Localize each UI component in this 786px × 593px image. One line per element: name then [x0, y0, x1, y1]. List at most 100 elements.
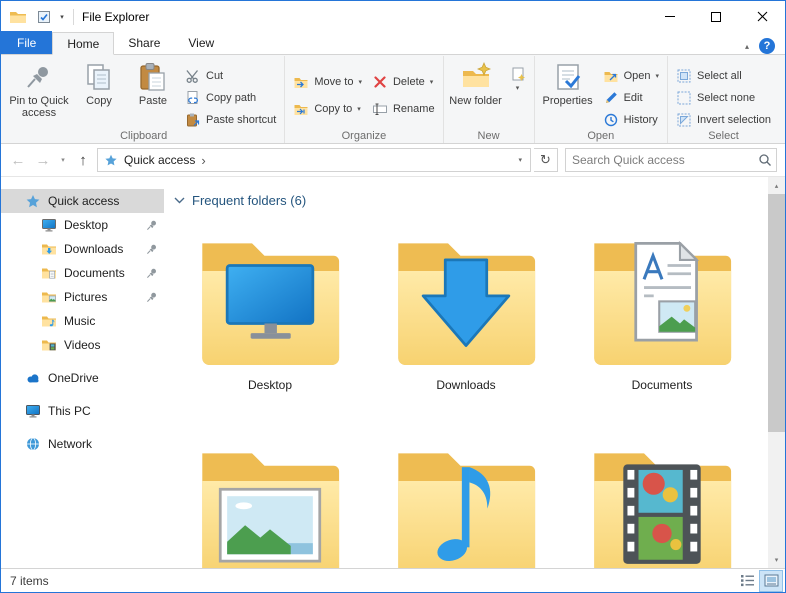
large-icons-view-button[interactable] [760, 571, 782, 591]
minimize-button[interactable] [647, 1, 693, 32]
up-button[interactable]: ↑ [72, 152, 94, 169]
properties-label: Properties [542, 95, 592, 107]
minimize-icon [665, 16, 675, 17]
select-all-button[interactable]: Select all [671, 65, 776, 87]
navigation-pane: Quick access Desktop Downloads [1, 177, 164, 568]
downloads-folder-icon [41, 241, 57, 257]
paste-button[interactable]: Paste [126, 58, 180, 107]
refresh-button[interactable]: ↻ [534, 148, 558, 172]
new-item-button[interactable]: ▾ [505, 58, 531, 92]
tab-view[interactable]: View [174, 31, 228, 54]
rename-label: Rename [393, 103, 435, 115]
sidebar-item-downloads[interactable]: Downloads [1, 237, 164, 261]
music-folder-icon [390, 434, 542, 568]
videos-folder-icon [586, 434, 738, 568]
delete-button[interactable]: Delete ▾ [367, 71, 440, 93]
rename-button[interactable]: Rename [367, 98, 440, 120]
back-button[interactable]: ← [7, 152, 29, 169]
breadcrumb-location[interactable]: Quick access [124, 153, 195, 167]
address-bar[interactable]: Quick access › ▾ [97, 148, 531, 172]
history-label: History [624, 114, 658, 126]
folder-tile-videos[interactable]: Videos [564, 434, 760, 568]
address-history-dropdown[interactable]: ▾ [514, 156, 526, 164]
music-folder-icon [41, 313, 57, 329]
recent-locations-dropdown[interactable]: ▾ [57, 156, 69, 164]
cut-label: Cut [206, 70, 223, 82]
tab-file[interactable]: File [1, 31, 52, 54]
folder-tile-documents[interactable]: Documents [564, 224, 760, 392]
sidebar-item-label: Documents [64, 266, 125, 280]
scroll-down-button[interactable]: ▾ [768, 551, 785, 568]
folder-tile-pictures[interactable]: Pictures [172, 434, 368, 568]
breadcrumb-chevron-icon[interactable]: › [201, 153, 205, 168]
sidebar-item-pictures[interactable]: Pictures [1, 285, 164, 309]
title-separator [73, 9, 74, 25]
history-button[interactable]: History [598, 109, 664, 131]
close-button[interactable] [739, 1, 785, 32]
vertical-scrollbar[interactable]: ▴ ▾ [768, 177, 785, 568]
select-none-button[interactable]: Select none [671, 87, 776, 109]
scroll-up-button[interactable]: ▴ [768, 177, 785, 194]
sidebar-item-quick-access[interactable]: Quick access [1, 189, 164, 213]
search-input[interactable] [566, 153, 754, 167]
copy-path-icon [185, 90, 201, 106]
sidebar-item-label: Music [64, 314, 95, 328]
select-none-icon [676, 90, 692, 106]
sidebar-item-onedrive[interactable]: OneDrive [1, 366, 164, 390]
sidebar-item-documents[interactable]: Documents [1, 261, 164, 285]
scrollbar-track[interactable] [768, 194, 785, 551]
search-icon[interactable] [754, 153, 776, 167]
scrollbar-thumb[interactable] [768, 194, 785, 432]
folder-tiles: Desktop Downloads [164, 210, 768, 568]
paste-shortcut-button[interactable]: Paste shortcut [180, 109, 281, 131]
ribbon-group-organize: Move to ▾ Copy to ▾ Delete ▾ [285, 56, 443, 143]
sidebar-item-music[interactable]: Music [1, 309, 164, 333]
tile-label: Documents [632, 378, 693, 392]
view-toggles [736, 571, 782, 591]
edit-button[interactable]: Edit [598, 87, 664, 109]
sidebar-item-videos[interactable]: Videos [1, 333, 164, 357]
qat-customize-dropdown[interactable]: ▾ [55, 13, 69, 21]
copy-icon [83, 61, 115, 93]
onedrive-cloud-icon [25, 370, 41, 386]
details-view-icon [740, 574, 755, 587]
invert-selection-button[interactable]: Invert selection [671, 109, 776, 131]
forward-button[interactable]: → [32, 152, 54, 169]
open-button[interactable]: Open ▾ [598, 65, 664, 87]
help-button[interactable]: ? [759, 38, 775, 54]
window-title: File Explorer [82, 10, 149, 24]
tab-share[interactable]: Share [114, 31, 174, 54]
sidebar-item-network[interactable]: Network [1, 432, 164, 456]
sidebar-item-label: Videos [64, 338, 100, 352]
pictures-folder-icon [194, 434, 346, 568]
sidebar-item-label: Downloads [64, 242, 123, 256]
folder-tile-downloads[interactable]: Downloads [368, 224, 564, 392]
delete-dropdown-icon: ▾ [430, 78, 434, 86]
copy-label: Copy [86, 95, 112, 107]
frequent-folders-header[interactable]: Frequent folders (6) [174, 190, 768, 210]
copy-button[interactable]: Copy [72, 58, 126, 107]
pin-to-quick-access-button[interactable]: Pin to Quick access [6, 58, 72, 119]
copy-path-button[interactable]: Copy path [180, 87, 281, 109]
qat-properties-button[interactable] [33, 6, 55, 28]
group-collapse-chevron-icon [174, 197, 185, 204]
new-folder-button[interactable]: New folder [447, 58, 505, 107]
downloads-folder-icon [390, 224, 542, 376]
minimize-ribbon-button[interactable]: ▴ [745, 42, 749, 51]
copy-path-label: Copy path [206, 92, 256, 104]
copy-to-button[interactable]: Copy to ▾ [288, 98, 367, 120]
large-icons-view-icon [764, 574, 779, 587]
maximize-button[interactable] [693, 1, 739, 32]
paste-label: Paste [139, 95, 167, 107]
details-view-button[interactable] [736, 571, 758, 591]
cut-button[interactable]: Cut [180, 65, 281, 87]
move-to-button[interactable]: Move to ▾ [288, 71, 367, 93]
sidebar-item-desktop[interactable]: Desktop [1, 213, 164, 237]
pinned-icon [146, 219, 158, 231]
folder-tile-music[interactable]: Music [368, 434, 564, 568]
tab-home[interactable]: Home [52, 32, 114, 55]
sidebar-item-label: OneDrive [48, 371, 99, 385]
sidebar-item-this-pc[interactable]: This PC [1, 399, 164, 423]
folder-tile-desktop[interactable]: Desktop [172, 224, 368, 392]
properties-button[interactable]: Properties [538, 58, 598, 107]
